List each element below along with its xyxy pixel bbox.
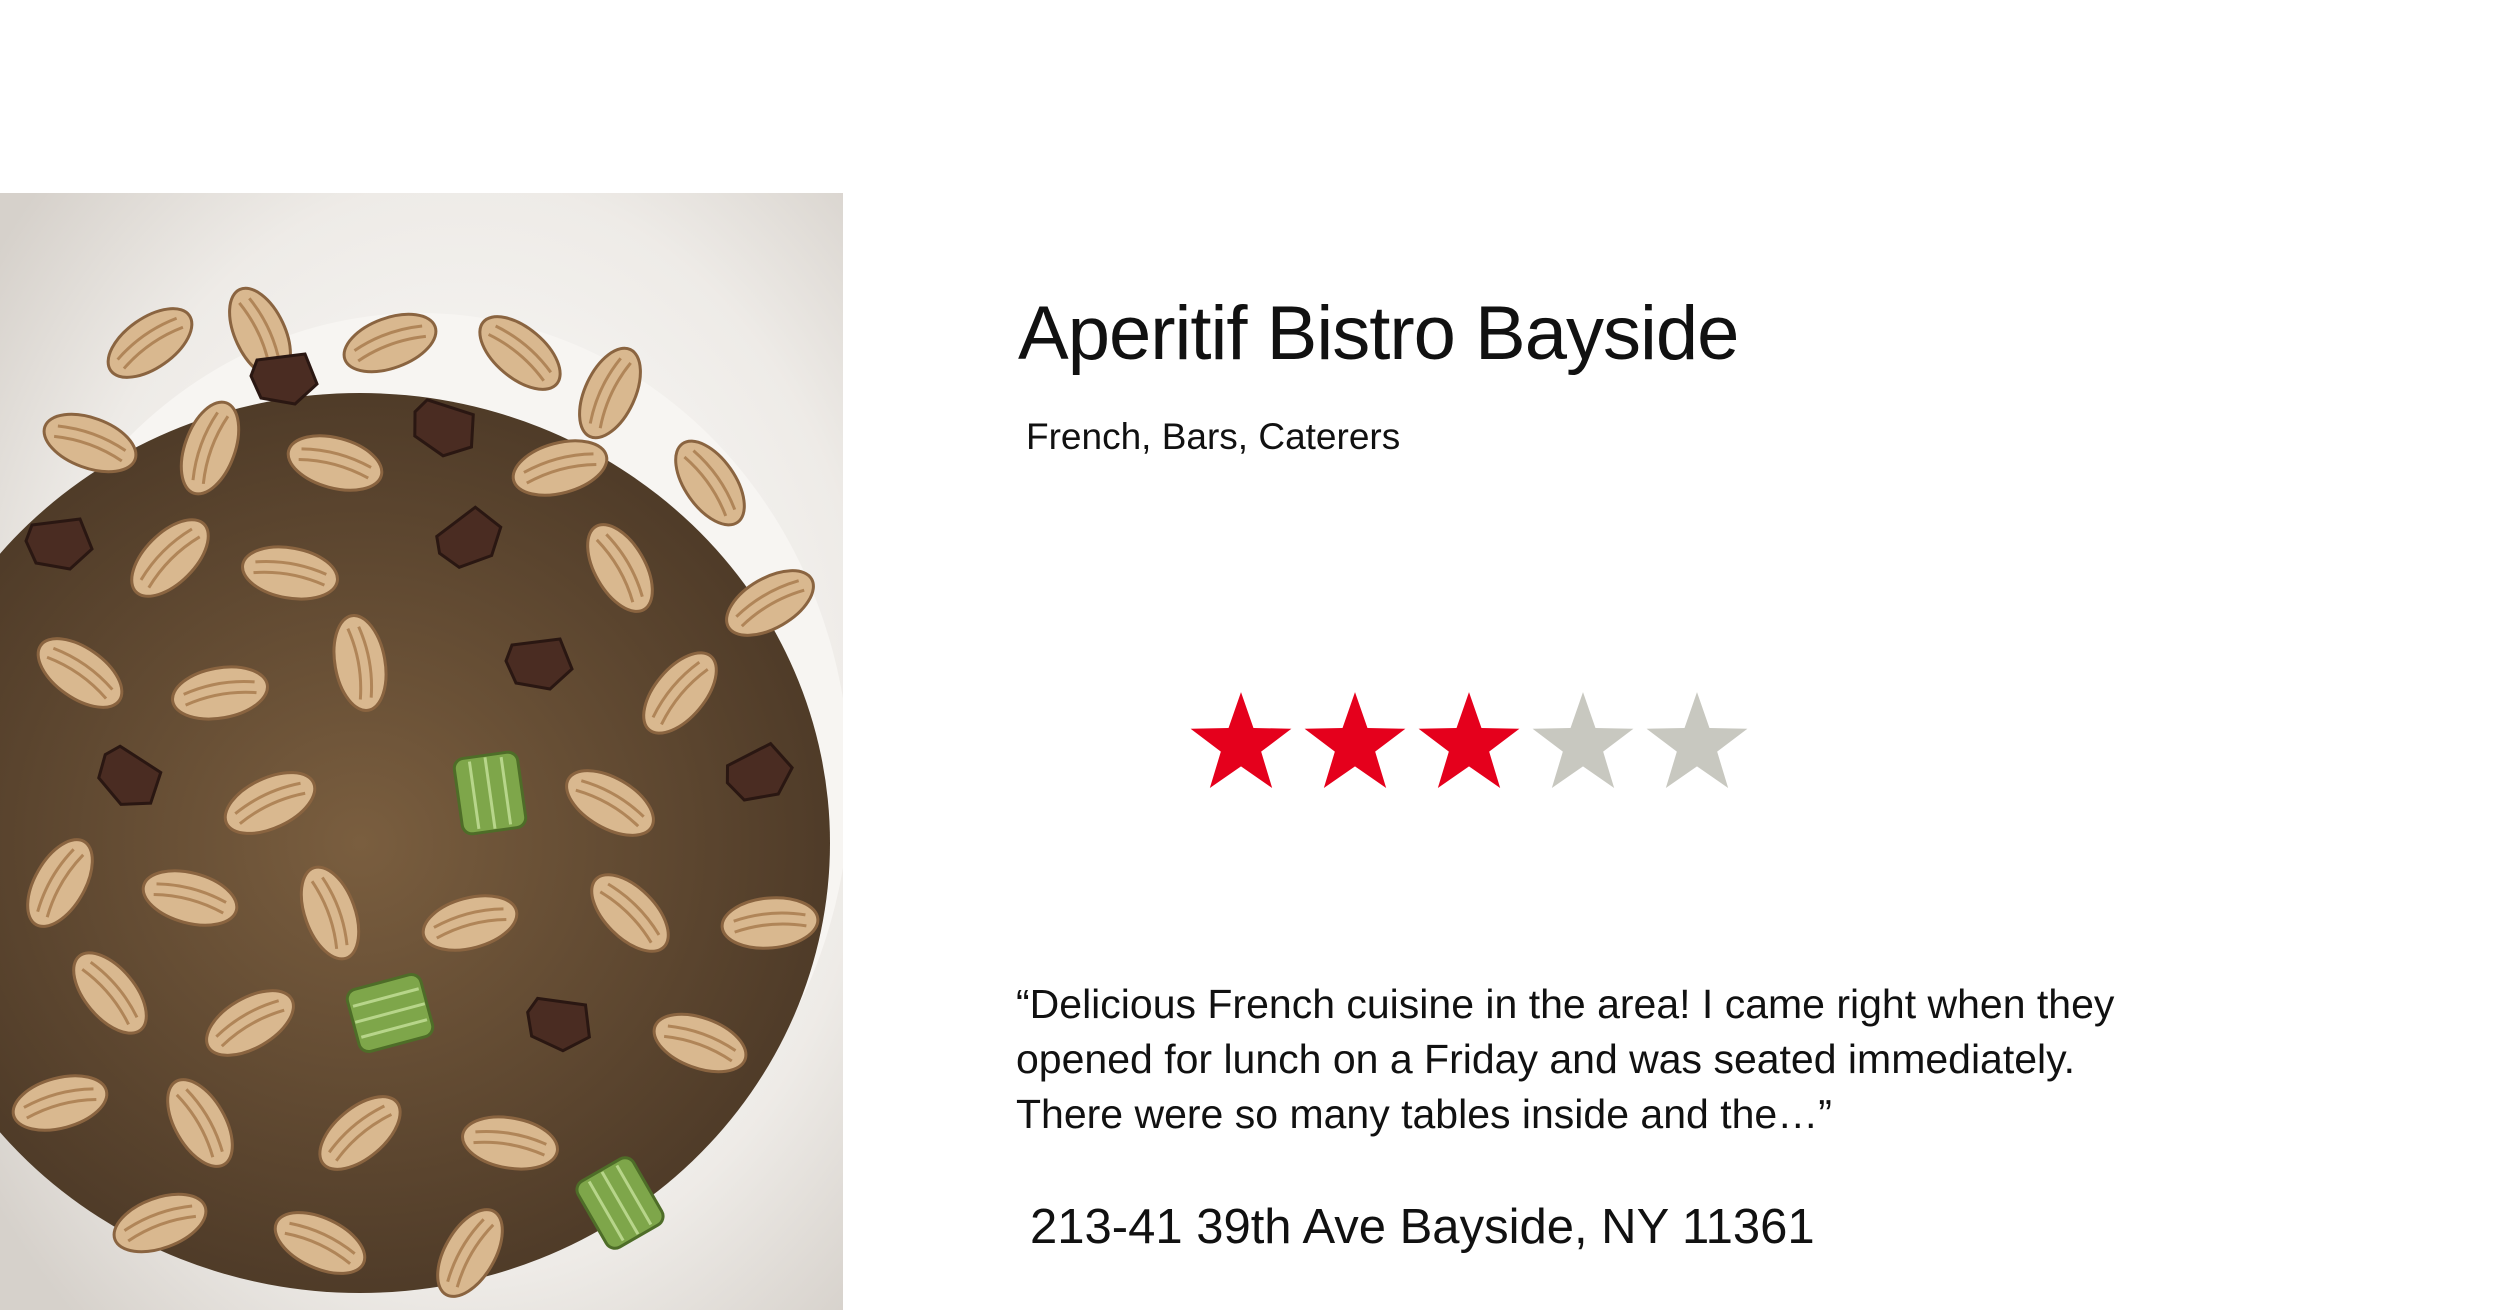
restaurant-address: 213-41 39th Ave Bayside, NY 11361	[1030, 1200, 1815, 1254]
review-excerpt: “Delicious French cuisine in the area! I…	[1016, 981, 2115, 1137]
restaurant-food-photo	[0, 193, 843, 1310]
restaurant-categories: French, Bars, Caterers	[1026, 416, 1401, 457]
star-filled-icon	[1190, 692, 1292, 788]
star-rating	[1188, 690, 1750, 800]
star-filled-icon	[1304, 692, 1406, 788]
star-empty-icon	[1532, 692, 1634, 788]
star-empty-icon	[1646, 692, 1748, 788]
star-filled-icon	[1418, 692, 1520, 788]
restaurant-name: Aperitif Bistro Bayside	[1018, 291, 1739, 376]
